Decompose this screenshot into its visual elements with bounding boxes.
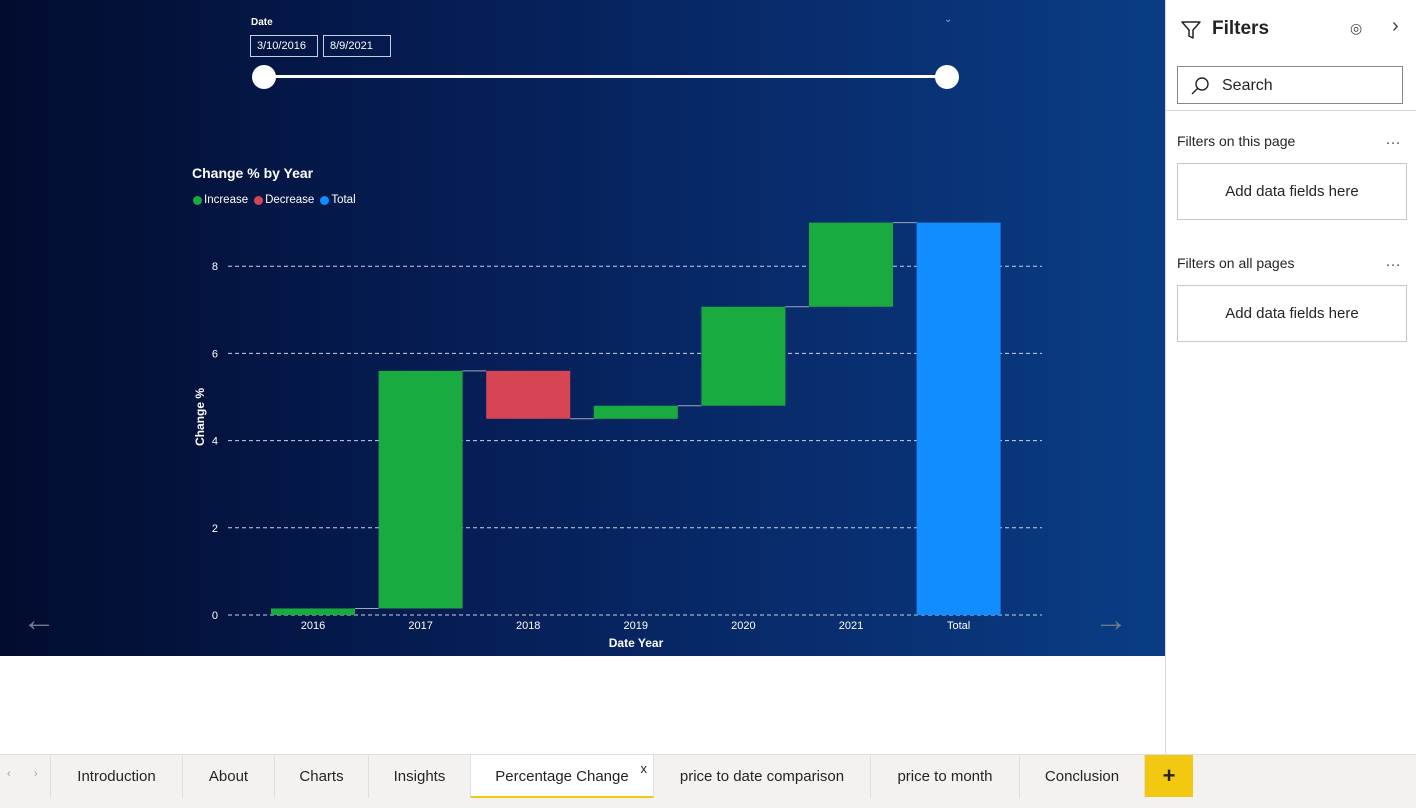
waterfall-bar [486, 370, 571, 419]
filters-pane: Filters ◎ › Filters on this page … Add d… [1165, 0, 1416, 754]
tab-conclusion[interactable]: Conclusion [1020, 755, 1145, 799]
y-tick-label: 4 [212, 436, 218, 448]
y-tick-label: 8 [212, 261, 218, 273]
tab-percentage-change[interactable]: Percentage Change x [471, 755, 654, 799]
waterfall-bar [378, 370, 463, 609]
y-tick-label: 0 [212, 610, 218, 622]
filters-on-this-page-label: Filters on this page [1177, 133, 1296, 149]
x-tick-label: 2016 [301, 620, 325, 632]
tab-introduction[interactable]: Introduction [50, 755, 183, 799]
tab-about[interactable]: About [183, 755, 275, 799]
filters-title: Filters [1212, 18, 1270, 39]
tab-charts[interactable]: Charts [275, 755, 369, 799]
x-tick-label: Total [947, 620, 970, 632]
eye-icon[interactable]: ◎ [1350, 20, 1362, 37]
canvas-background [0, 656, 1165, 754]
waterfall-bar [701, 306, 786, 406]
report-canvas: Date ⌄ 3/10/2016 8/9/2021 Change % by Ye… [0, 0, 1165, 656]
this-page-drop-well[interactable]: Add data fields here [1177, 163, 1407, 220]
search-icon [1191, 77, 1209, 95]
arrow-left-icon[interactable]: ← [22, 600, 56, 640]
filters-search-box[interactable] [1177, 66, 1403, 104]
tab-price-to-month[interactable]: price to month [871, 755, 1020, 799]
filters-on-all-pages-label: Filters on all pages [1177, 255, 1295, 271]
page-tabs-bar: ‹ › Introduction About Charts Insights P… [0, 754, 1416, 799]
tab-insights[interactable]: Insights [369, 755, 471, 799]
divider [1166, 110, 1416, 111]
add-page-button[interactable]: + [1145, 755, 1193, 797]
waterfall-bar [593, 405, 678, 419]
tab-scroll-left-icon[interactable]: ‹ [7, 768, 11, 780]
collapse-pane-icon[interactable]: › [1392, 15, 1399, 38]
status-strip [0, 798, 1416, 808]
tab-price-to-date-comparison[interactable]: price to date comparison [654, 755, 871, 799]
waterfall-chart: 0 2 4 6 8 2016 2017 2018 2019 2020 2021 Total Date Y… [193, 222, 1042, 650]
waterfall-bar [271, 608, 355, 615]
all-pages-drop-well[interactable]: Add data fields here [1177, 285, 1407, 342]
tab-label: Percentage Change [495, 768, 629, 785]
x-tick-label: 2020 [731, 620, 755, 632]
more-options-icon[interactable]: … [1385, 131, 1402, 149]
filter-funnel-icon [1181, 21, 1201, 39]
waterfall-bar [916, 222, 1001, 615]
close-tab-icon[interactable]: x [641, 747, 648, 791]
x-tick-label: 2017 [408, 620, 432, 632]
x-tick-label: 2021 [839, 620, 863, 632]
x-axis-title: Date Year [609, 636, 664, 650]
more-options-icon[interactable]: … [1385, 253, 1402, 271]
tab-scroll-right-icon[interactable]: › [34, 768, 38, 780]
x-tick-label: 2018 [516, 620, 540, 632]
search-input[interactable] [1222, 75, 1392, 97]
arrow-right-icon[interactable]: → [1094, 600, 1128, 640]
y-tick-label: 2 [212, 523, 218, 535]
waterfall-bar [809, 222, 893, 307]
y-axis-title: Change % [193, 388, 207, 446]
x-tick-label: 2019 [624, 620, 648, 632]
y-tick-label: 6 [212, 348, 218, 360]
